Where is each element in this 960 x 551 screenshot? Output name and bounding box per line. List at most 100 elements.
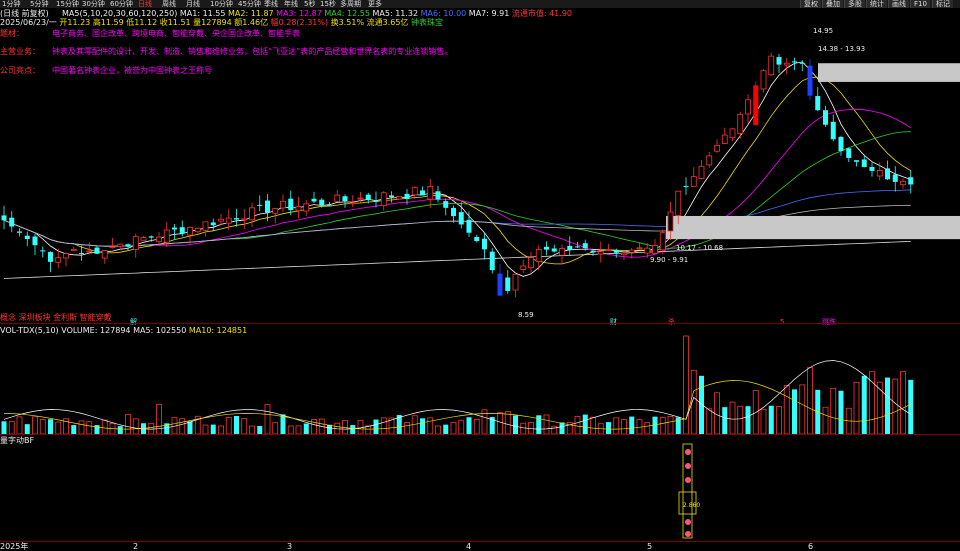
candle-body — [815, 96, 821, 111]
candle-body — [753, 85, 759, 126]
candle-body — [567, 245, 573, 251]
candle-body — [737, 113, 744, 134]
volume-bar — [606, 422, 611, 434]
candle-body — [466, 219, 472, 233]
volume-bar — [156, 404, 162, 435]
candle-body — [698, 165, 705, 180]
price-annotation-4: 8.59 — [518, 311, 534, 319]
candle-body — [194, 227, 201, 233]
volume-bar — [404, 422, 410, 435]
candle-body — [590, 250, 596, 253]
candle-body — [32, 236, 38, 246]
candle-body — [265, 200, 270, 213]
candle-body — [55, 257, 62, 263]
candle-body — [295, 205, 302, 212]
volume-bar — [241, 418, 248, 435]
event-marker-1: 财 — [610, 317, 617, 326]
candle-body — [854, 160, 859, 162]
volume-bar — [574, 416, 581, 435]
price-annotation-0: 14.95 — [813, 27, 833, 35]
volume-bar — [466, 417, 472, 434]
candle-body — [357, 197, 364, 200]
candle-body — [721, 134, 728, 145]
candle-body — [597, 251, 604, 255]
volume-bar — [830, 387, 837, 435]
candle-body — [908, 177, 914, 185]
candle-body — [396, 195, 403, 200]
price-annotation-2: 10.17 - 10.68 — [676, 244, 723, 252]
volume-bar — [427, 417, 434, 435]
candlestick-chart[interactable]: 14.95 14.38 - 13.93 10.17 - 10.68 9.90 - 9.… — [0, 0, 960, 551]
candle-body — [659, 232, 666, 251]
volume-bar — [117, 426, 123, 434]
volume-bar — [900, 371, 906, 435]
candle-body — [652, 245, 658, 254]
volume-bar — [892, 378, 899, 435]
candle-body — [745, 99, 751, 115]
volume-bar — [280, 414, 286, 434]
candle-body — [729, 128, 736, 139]
volume-bar — [435, 425, 441, 435]
volume-bar — [853, 381, 860, 435]
volume-bar — [551, 425, 558, 435]
candle-body — [179, 227, 185, 234]
volume-bar — [822, 406, 829, 435]
candle-body — [303, 203, 310, 212]
volume-bar — [458, 419, 465, 435]
candle-body — [411, 187, 418, 196]
volume-bar — [287, 425, 294, 435]
volume-bar — [869, 371, 875, 435]
volume-bar — [745, 406, 751, 434]
volume-bar — [420, 418, 425, 434]
candle-body — [249, 207, 255, 221]
volume-bar — [249, 425, 255, 435]
candle-body — [148, 236, 154, 238]
candle-body — [272, 208, 279, 214]
volume-bar — [520, 422, 527, 435]
volume-bar — [783, 385, 790, 435]
candle-body — [241, 218, 248, 221]
panel-divider-volume — [0, 434, 960, 435]
candle-body — [838, 136, 844, 151]
candle-body — [311, 198, 317, 202]
panel-divider-price — [0, 323, 960, 324]
volume-bar — [799, 384, 806, 435]
candle-body — [644, 247, 651, 254]
volume-bar — [768, 405, 774, 434]
volume-bar — [443, 424, 449, 434]
volume-bar — [202, 424, 209, 435]
volume-bar — [327, 424, 332, 434]
candle-body — [505, 277, 511, 291]
candle-body — [172, 227, 177, 230]
volume-bar — [861, 375, 867, 434]
volume-bar — [16, 416, 23, 435]
volume-bar — [234, 415, 239, 434]
price-annotation-1: 14.38 - 13.93 — [818, 45, 865, 53]
candle-body — [79, 252, 84, 254]
candle-body — [497, 273, 503, 296]
volume-bar — [86, 421, 93, 435]
price-annotation-3: 9.90 - 9.91 — [650, 256, 688, 264]
candle-body — [94, 247, 100, 254]
candle-body — [218, 218, 224, 222]
candle-body — [140, 237, 147, 241]
volume-bar — [303, 423, 309, 434]
candle-body — [17, 231, 22, 233]
candle-body — [427, 186, 434, 200]
candle-body — [544, 246, 549, 250]
gap-box-upper — [818, 63, 960, 82]
indicator-legend: 量字动BF — [0, 436, 35, 445]
event-marker-3: 5 — [780, 318, 784, 326]
volume-bar — [792, 389, 797, 434]
candle-body — [582, 243, 588, 249]
volume-bar — [48, 419, 53, 434]
volume-bar — [350, 425, 356, 434]
x-axis-label-5: 6 — [808, 542, 814, 551]
volume-bar — [513, 415, 518, 434]
volume-bar — [559, 422, 565, 434]
indicator-dot-2 — [685, 477, 691, 483]
volume-bar — [621, 419, 627, 435]
candle-body — [683, 186, 689, 188]
volume-bar — [722, 407, 728, 434]
candle-body — [327, 205, 332, 207]
